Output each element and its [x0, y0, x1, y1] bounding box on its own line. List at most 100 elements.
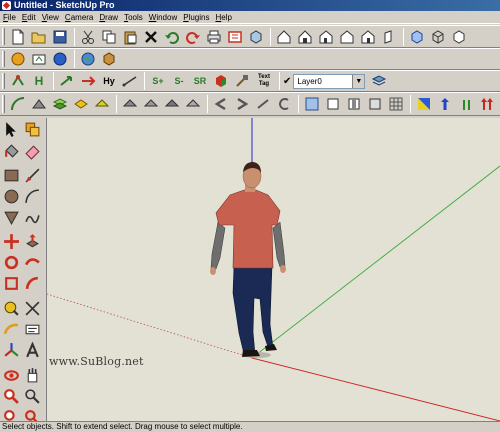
grid-icon[interactable]	[386, 94, 406, 114]
sr-button[interactable]: SR	[190, 71, 210, 91]
sandbox-drape-icon[interactable]	[92, 94, 112, 114]
copy-icon[interactable]	[99, 27, 119, 47]
get-models-icon[interactable]	[246, 27, 266, 47]
red-axis-arrow-icon[interactable]	[477, 94, 497, 114]
print-icon[interactable]	[204, 27, 224, 47]
save-icon[interactable]	[50, 27, 70, 47]
iso-view-icon[interactable]	[274, 27, 294, 47]
sandbox-from-contours-icon[interactable]	[162, 94, 182, 114]
layer-manager-icon[interactable]	[369, 71, 389, 91]
zoom-window-icon[interactable]	[22, 386, 42, 406]
dimension-tool-icon[interactable]	[22, 298, 42, 318]
s-plus-button[interactable]: S+	[148, 71, 168, 91]
sandbox-grid-icon[interactable]	[50, 94, 70, 114]
component-icon[interactable]	[99, 49, 119, 69]
pencil-line-icon[interactable]	[22, 165, 42, 185]
menu-window[interactable]: Window	[146, 11, 180, 24]
toolbar-grip[interactable]	[2, 73, 5, 89]
polygon-icon[interactable]	[1, 207, 21, 227]
offset-icon[interactable]	[253, 94, 273, 114]
top-view-icon[interactable]	[295, 27, 315, 47]
hidden-line-icon[interactable]	[449, 27, 469, 47]
section-display-icon[interactable]	[323, 94, 343, 114]
protractor-icon[interactable]	[1, 319, 21, 339]
rotate-icon[interactable]	[1, 252, 21, 272]
undo-icon[interactable]	[162, 27, 182, 47]
paste-icon[interactable]	[120, 27, 140, 47]
toolbar-grip[interactable]	[2, 28, 5, 45]
arc-icon[interactable]	[8, 94, 28, 114]
orbit-icon[interactable]	[1, 365, 21, 385]
eraser-icon[interactable]	[22, 141, 42, 161]
rotate-back-icon[interactable]	[274, 94, 294, 114]
move-arrow-icon[interactable]	[57, 71, 77, 91]
open-icon[interactable]	[29, 27, 49, 47]
hy-button[interactable]: Hy	[99, 71, 119, 91]
zoom-icon[interactable]	[1, 386, 21, 406]
back-view-icon[interactable]	[358, 27, 378, 47]
menu-file[interactable]: File	[0, 11, 19, 24]
circle-icon[interactable]	[1, 186, 21, 206]
h-button[interactable]: H	[29, 71, 49, 91]
push-pull-icon[interactable]	[22, 231, 42, 251]
select-arrow-icon[interactable]	[1, 119, 21, 139]
hammer-icon[interactable]	[232, 71, 252, 91]
sandbox-add-detail-icon[interactable]	[120, 94, 140, 114]
menu-view[interactable]: View	[39, 11, 62, 24]
tape-measure-icon[interactable]	[1, 298, 21, 318]
share-model-button[interactable]	[29, 49, 49, 69]
sandbox-smoove-icon[interactable]	[29, 94, 49, 114]
wireframe-icon[interactable]	[428, 27, 448, 47]
front-view-icon[interactable]	[316, 27, 336, 47]
redo-icon[interactable]	[183, 27, 203, 47]
chevron-left-icon[interactable]	[211, 94, 231, 114]
text-tool-icon[interactable]	[22, 319, 42, 339]
menu-help[interactable]: Help	[212, 11, 234, 24]
freehand-icon[interactable]	[22, 207, 42, 227]
toolbar-grip[interactable]	[2, 51, 5, 67]
layer-dropdown[interactable]: Layer0 ▼	[293, 73, 366, 89]
flip-icon[interactable]	[78, 71, 98, 91]
move-icon[interactable]	[1, 231, 21, 251]
sandbox-stamp-icon[interactable]	[71, 94, 91, 114]
color-cube-icon[interactable]	[211, 71, 231, 91]
offset-tool-icon[interactable]	[22, 273, 42, 293]
menu-tools[interactable]: Tools	[121, 11, 146, 24]
person-figure[interactable]	[210, 162, 286, 358]
get-models-button[interactable]	[8, 49, 28, 69]
menu-camera[interactable]: Camera	[62, 11, 96, 24]
chevron-right-icon[interactable]	[232, 94, 252, 114]
photo-texture-button[interactable]	[50, 49, 70, 69]
arc-tool-icon[interactable]	[22, 186, 42, 206]
blue-axis-arrow-icon[interactable]	[435, 94, 455, 114]
section-plane-icon[interactable]	[302, 94, 322, 114]
xray-icon[interactable]	[407, 27, 427, 47]
pan-hand-icon[interactable]	[22, 365, 42, 385]
erase-icon[interactable]	[141, 27, 161, 47]
dimension-icon[interactable]	[120, 71, 140, 91]
rectangle-icon[interactable]	[1, 165, 21, 185]
right-view-icon[interactable]	[337, 27, 357, 47]
cut-icon[interactable]	[78, 27, 98, 47]
s-minus-button[interactable]: S-	[169, 71, 189, 91]
new-icon[interactable]	[8, 27, 28, 47]
text-tag-button[interactable]: Text Tag	[253, 71, 275, 91]
chevron-down-icon[interactable]: ▼	[352, 74, 365, 88]
section-cut-icon[interactable]	[344, 94, 364, 114]
sandbox-icon[interactable]	[8, 71, 28, 91]
toolbar-grip[interactable]	[2, 95, 5, 113]
scale-icon[interactable]	[1, 273, 21, 293]
make-component-icon[interactable]	[22, 119, 42, 139]
frame-icon[interactable]	[365, 94, 385, 114]
google-earth-icon[interactable]	[78, 49, 98, 69]
sandbox-flip-edge-icon[interactable]	[141, 94, 161, 114]
follow-me-icon[interactable]	[22, 252, 42, 272]
green-axis-arrow-icon[interactable]	[456, 94, 476, 114]
color-picker-icon[interactable]	[414, 94, 434, 114]
axes-tool-icon[interactable]	[1, 340, 21, 360]
3d-text-icon[interactable]	[22, 340, 42, 360]
menu-draw[interactable]: Draw	[96, 11, 121, 24]
menu-edit[interactable]: Edit	[19, 11, 39, 24]
drawing-viewport[interactable]: www.SuBlog.net	[47, 118, 500, 421]
paint-bucket-icon[interactable]	[1, 141, 21, 161]
